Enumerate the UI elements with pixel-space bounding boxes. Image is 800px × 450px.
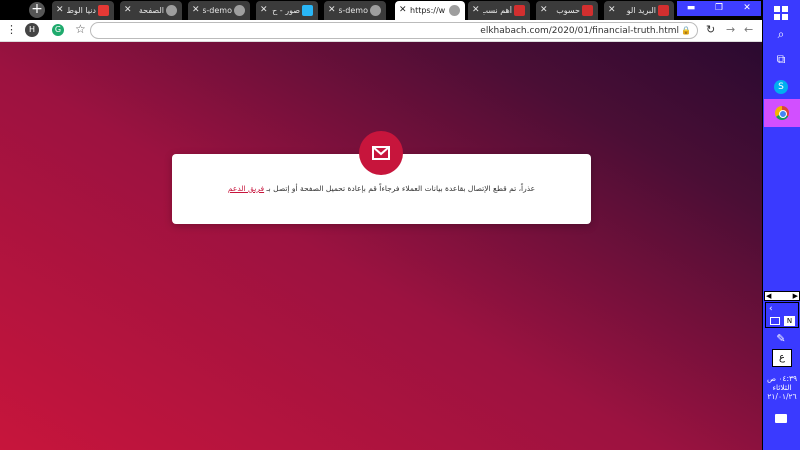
- chrome-icon: [775, 106, 789, 120]
- address-input[interactable]: elkhabach.com/2020/01/financial-truth.ht…: [90, 22, 698, 39]
- close-window-button[interactable]: ✕: [733, 1, 761, 16]
- reload-icon[interactable]: ↻: [706, 23, 715, 36]
- taskbar-scroller[interactable]: ◀ ▶: [764, 291, 800, 301]
- tab-8[interactable]: ✕ حسوب: [536, 1, 598, 20]
- tab-title: البريد الو: [626, 6, 656, 15]
- tray-chevron-icon[interactable]: ‹: [769, 304, 773, 314]
- tab-title: صور - ح: [272, 6, 300, 15]
- menu-icon[interactable]: ⋮: [6, 23, 17, 36]
- minimize-button[interactable]: ▬: [677, 1, 705, 16]
- tab-7[interactable]: ✕ أهم نسب: [468, 1, 530, 20]
- onenote-icon[interactable]: N: [784, 316, 795, 326]
- tab-4[interactable]: ✕ صور - ح: [256, 1, 318, 20]
- tab-9[interactable]: ✕ البريد الو: [604, 1, 674, 20]
- scroll-right-icon[interactable]: ▶: [793, 292, 798, 300]
- tab-title: nas-demo: [203, 6, 232, 15]
- tab-title: الصفحة: [138, 6, 164, 15]
- scroll-left-icon[interactable]: ◀: [766, 292, 771, 300]
- back-arrow-icon[interactable]: →: [726, 23, 735, 36]
- clock-day: الثلاثاء: [772, 383, 792, 392]
- task-view-icon[interactable]: ⧉: [763, 52, 799, 67]
- tab-close-icon[interactable]: ✕: [472, 5, 480, 15]
- tab-title: nas-demo: [339, 6, 368, 15]
- tab-close-icon[interactable]: ✕: [540, 5, 548, 15]
- lock-icon[interactable]: 🔒: [681, 26, 691, 35]
- tab-strip: + ✕ دنيا الوطن ✕ الصفحة ✕ nas-demo ✕ صور…: [0, 0, 762, 20]
- windows-start-icon[interactable]: [763, 6, 799, 23]
- keyboard-layout-indicator[interactable]: ع: [772, 349, 792, 367]
- error-message: عذراً، تم قطع الإتصال بقاعدة بيانات العم…: [172, 184, 591, 193]
- system-clock[interactable]: ٠٤:٣٩ ص الثلاثاء ٢١/٠١/٢٦: [763, 374, 800, 401]
- tab-1[interactable]: ✕ دنيا الوطن: [52, 1, 114, 20]
- tray-area: ‹ N: [765, 302, 799, 328]
- forward-arrow-icon[interactable]: ←: [744, 23, 753, 36]
- folder-icon[interactable]: [770, 317, 780, 325]
- tab-close-icon[interactable]: ✕: [608, 5, 616, 15]
- tab-title: حسوب: [556, 6, 580, 15]
- profile-avatar[interactable]: H: [25, 23, 39, 37]
- tab-close-icon[interactable]: ✕: [399, 5, 407, 15]
- tab-close-icon[interactable]: ✕: [192, 5, 200, 15]
- restore-button[interactable]: ❐: [705, 1, 733, 16]
- pen-icon[interactable]: ✎: [763, 332, 799, 345]
- error-message-text: عذراً، تم قطع الإتصال بقاعدة بيانات العم…: [266, 184, 536, 193]
- tab-title: https://w: [410, 6, 446, 15]
- tab-favicon-icon: [166, 5, 177, 16]
- clock-time: ٠٤:٣٩ ص: [766, 374, 798, 383]
- tab-favicon-icon: [302, 5, 313, 16]
- tab-3[interactable]: ✕ nas-demo: [188, 1, 250, 20]
- tab-favicon-icon: [370, 5, 381, 16]
- tab-close-icon[interactable]: ✕: [124, 5, 132, 15]
- envelope-icon: [372, 146, 390, 160]
- clock-date: ٢١/٠١/٢٦: [767, 392, 797, 401]
- toolbar: ⋮ H G ☆ elkhabach.com/2020/01/financial-…: [0, 20, 762, 42]
- notifications-icon[interactable]: [763, 412, 799, 426]
- tab-favicon-icon: [234, 5, 245, 16]
- url-text: elkhabach.com/2020/01/financial-truth.ht…: [480, 26, 679, 36]
- tab-2[interactable]: ✕ الصفحة: [120, 1, 182, 20]
- tab-favicon-icon: [514, 5, 525, 16]
- mail-badge: [359, 131, 403, 175]
- bookmark-star-icon[interactable]: ☆: [75, 22, 86, 36]
- search-icon[interactable]: ⌕: [763, 27, 799, 42]
- chrome-taskbar-item[interactable]: [764, 99, 800, 127]
- tab-favicon-icon: [582, 5, 593, 16]
- tab-active[interactable]: ✕ https://w: [395, 1, 465, 20]
- page-background: عذراً، تم قطع الإتصال بقاعدة بيانات العم…: [0, 42, 762, 450]
- grammarly-extension-icon[interactable]: G: [52, 24, 64, 36]
- new-tab-button[interactable]: +: [29, 2, 45, 18]
- tab-favicon-icon: [449, 5, 460, 16]
- tab-close-icon[interactable]: ✕: [328, 5, 336, 15]
- tab-title: أهم نسب: [483, 6, 512, 15]
- gmail-icon: [658, 5, 669, 16]
- tab-close-icon[interactable]: ✕: [260, 5, 268, 15]
- skype-icon[interactable]: S: [763, 78, 799, 94]
- tab-5[interactable]: ✕ nas-demo: [324, 1, 386, 20]
- tab-favicon-icon: [98, 5, 109, 16]
- tab-close-icon[interactable]: ✕: [56, 5, 64, 15]
- window-controls: ▬ ❐ ✕: [676, 0, 762, 17]
- support-team-link[interactable]: فريق الدعم: [228, 184, 264, 193]
- tab-title: دنيا الوطن: [67, 6, 96, 15]
- taskbar: ⌕ ⧉ S ◀ ▶ ‹ N ✎ ع ٠٤:٣٩ ص الثلاثاء ٢١/٠١…: [762, 0, 800, 450]
